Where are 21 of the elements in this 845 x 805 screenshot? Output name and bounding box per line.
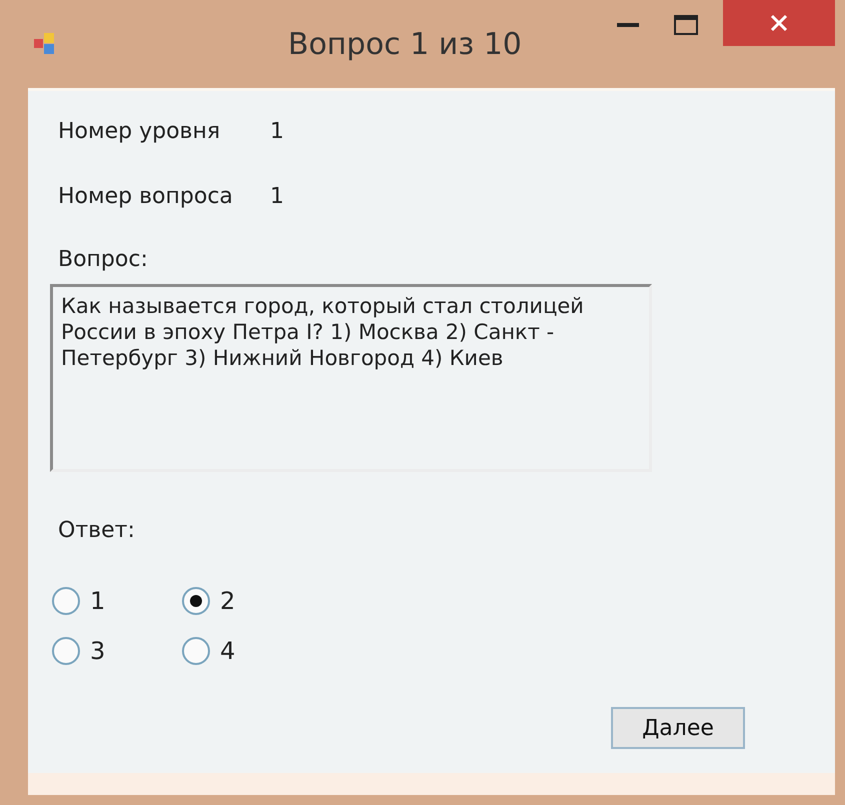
radio-circle[interactable] [182, 637, 210, 665]
answer-radio-option[interactable]: 1 [52, 587, 182, 615]
next-button[interactable]: Далее [611, 707, 745, 749]
minimize-icon [617, 22, 639, 28]
radio-circle[interactable] [182, 587, 210, 615]
close-icon [769, 13, 789, 33]
answer-label: Ответ: [58, 518, 136, 543]
question-label: Вопрос: [58, 247, 149, 272]
question-text-box[interactable]: Как называется город, который стал столицей России в эпоху Петра I? 1) Москва 2) Санкт - Петербург 3) Нижний Новгород 4) Киев [50, 284, 652, 472]
radio-circle[interactable] [52, 637, 80, 665]
radio-circle[interactable] [52, 587, 80, 615]
maximize-icon [674, 15, 698, 35]
close-button[interactable] [723, 0, 835, 46]
field-label: Номер уровня [58, 119, 222, 144]
field-label: Номер вопроса [58, 184, 234, 209]
answer-radio-option[interactable]: 3 [52, 637, 182, 665]
window-title: Вопрос 1 из 10 [288, 26, 522, 62]
field-value: 1 [270, 184, 284, 209]
field-value: 1 [270, 119, 284, 144]
answer-radio-option[interactable]: 4 [182, 637, 312, 665]
answer-radio-option[interactable]: 2 [182, 587, 312, 615]
